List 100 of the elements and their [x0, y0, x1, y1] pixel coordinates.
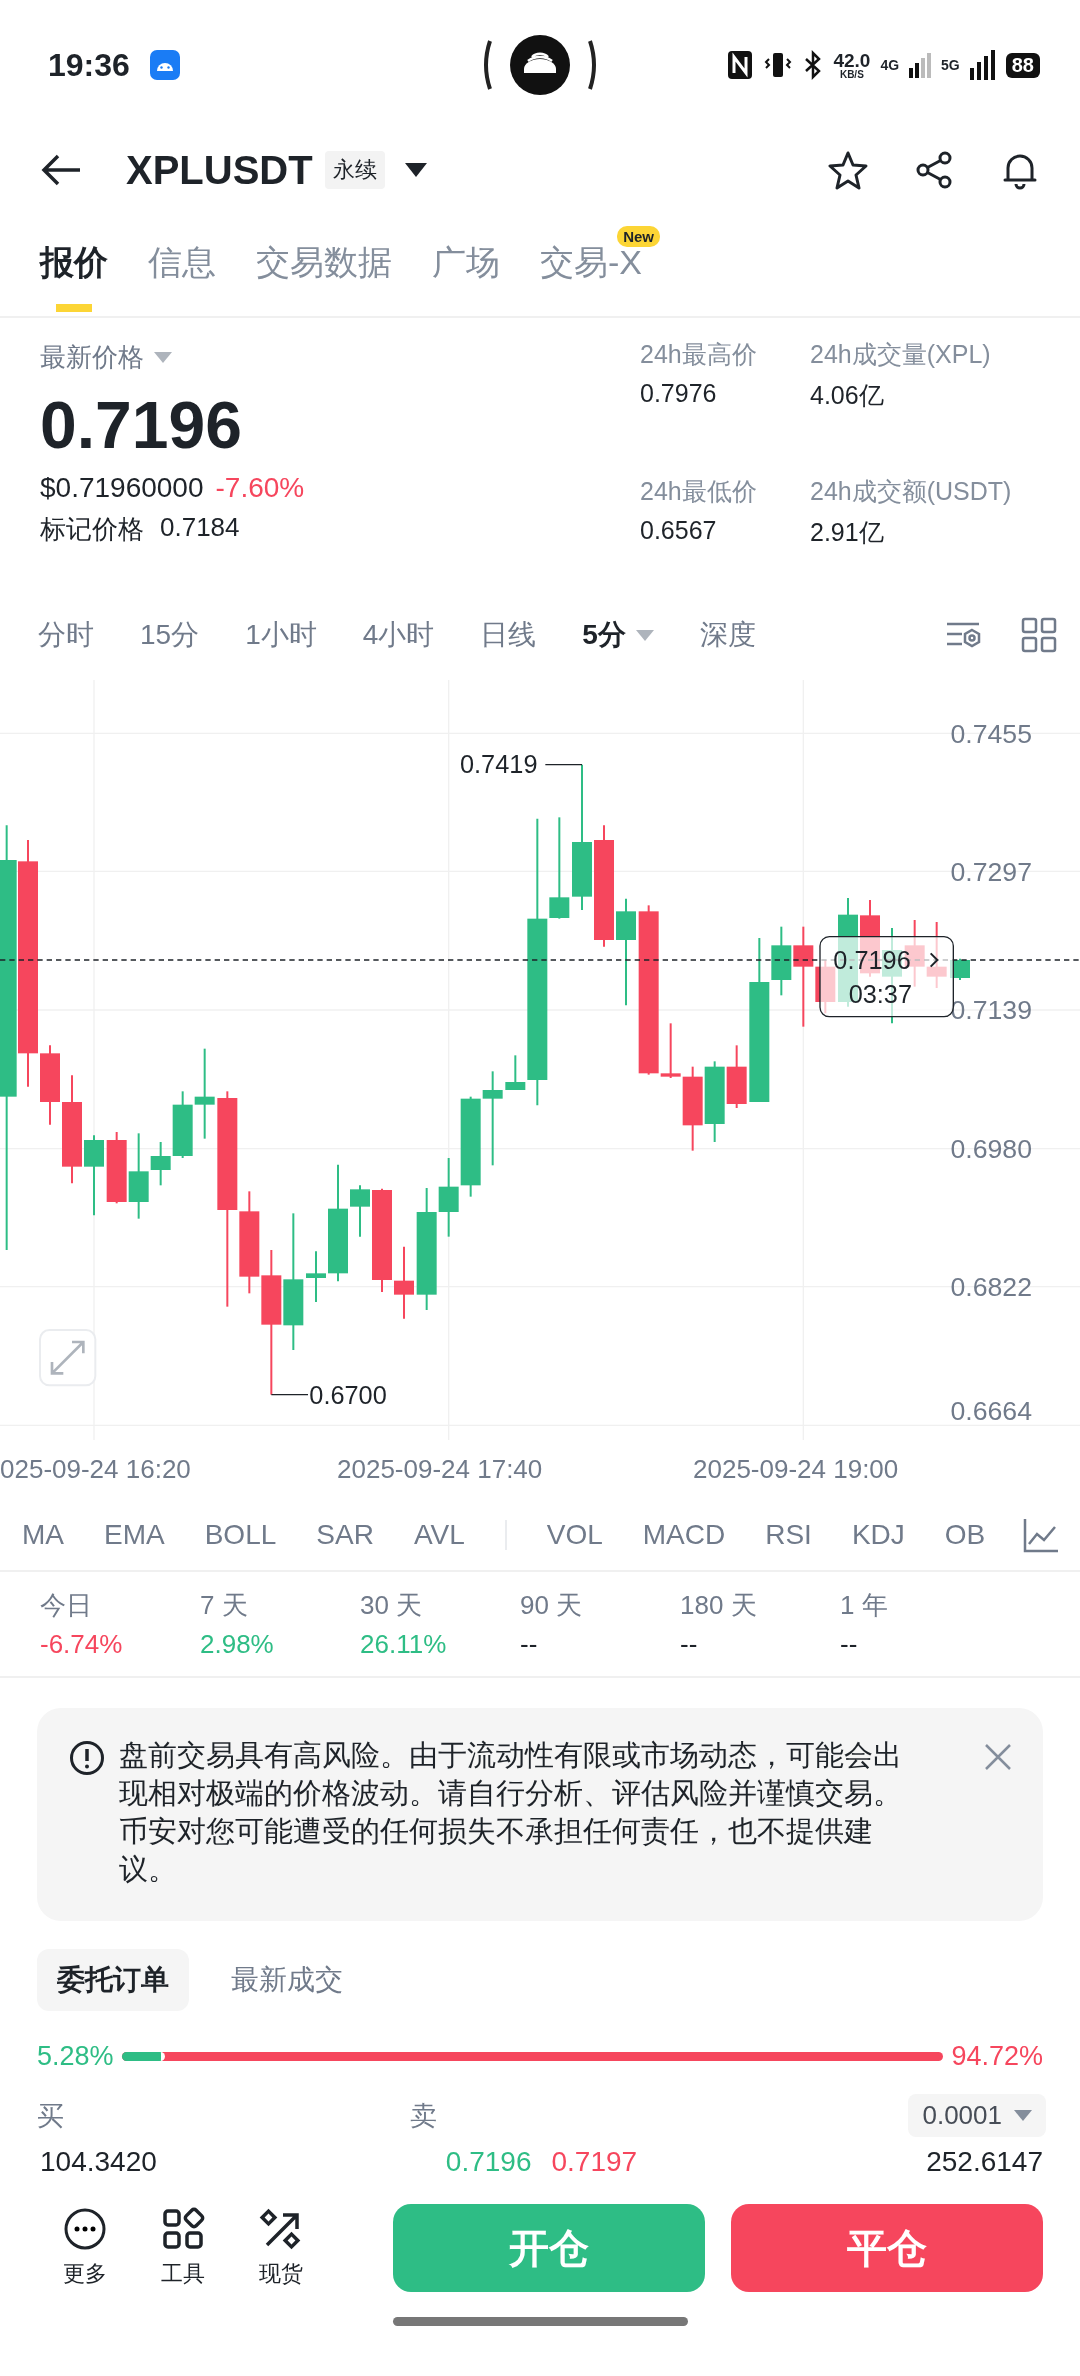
android-icon: [149, 50, 180, 80]
period-label: 1 年: [840, 1589, 889, 1622]
price-axis-label: 0.6664: [950, 1396, 1032, 1426]
sell-column-label: 卖: [410, 2099, 437, 2133]
order-tab[interactable]: 最新成交: [211, 1949, 363, 2011]
notice-text: 盘前交易具有高风险。由于流动性有限或市场动态，可能会出现相对极端的价格波动。请自行分析、评估风险并谨慎交易。币安对您可能遭受的任何损失不承担任何责任，也不提供建议。: [119, 1738, 903, 1887]
indicator-tab[interactable]: AVL: [413, 1519, 465, 1551]
share-icon[interactable]: [914, 150, 954, 190]
battery-level: 88: [1005, 52, 1040, 78]
nav-tab[interactable]: 信息: [148, 240, 216, 312]
period-label: 180 天: [680, 1589, 758, 1622]
period-change: -6.74%: [40, 1629, 124, 1660]
clock-time: 19:36: [48, 46, 130, 84]
period-label: 30 天: [360, 1589, 424, 1622]
vibrate-icon: [763, 50, 794, 80]
star-icon[interactable]: [828, 150, 868, 190]
period-change: 2.98%: [200, 1629, 275, 1660]
buy-ratio: 5.28%: [37, 2041, 114, 2072]
stat-value: 4.06亿: [810, 380, 885, 411]
period-change: --: [840, 1629, 859, 1660]
close-position-button[interactable]: 平仓: [731, 2204, 1043, 2292]
indicator-tab[interactable]: EMA: [104, 1519, 165, 1551]
stat-value: 0.7976: [640, 379, 718, 408]
price-axis-label: 0.6822: [950, 1272, 1032, 1302]
period-change: --: [680, 1629, 699, 1660]
grid-icon: [161, 2207, 205, 2251]
interval-tab[interactable]: 5分: [582, 616, 654, 654]
line-chart-icon[interactable]: [1022, 1516, 1060, 1554]
signal-icon: [969, 50, 996, 80]
bid-quantity: 104.3420: [40, 2145, 157, 2179]
period-change: --: [520, 1629, 539, 1660]
price-change: -7.60%: [215, 471, 305, 504]
contract-tag: 永续: [324, 151, 385, 189]
layout-icon[interactable]: [1020, 616, 1058, 654]
symbol-title: XPLUSDT: [126, 147, 313, 193]
last-price: 0.7196: [40, 389, 243, 462]
period-label: 今日: [40, 1589, 93, 1622]
caret-icon[interactable]: [404, 163, 427, 177]
nfc-icon: [727, 50, 754, 80]
low-price-label: 0.6700: [309, 1381, 387, 1409]
interval-tab[interactable]: 分时: [38, 616, 94, 654]
precision-dropdown[interactable]: 0.0001: [908, 2094, 1046, 2137]
indicator-tab[interactable]: MA: [22, 1519, 64, 1551]
nav-tab[interactable]: 报价: [40, 240, 108, 312]
candle: [350, 1184, 370, 1238]
interval-tab[interactable]: 日线: [480, 616, 537, 654]
toolbar-item[interactable]: 更多: [60, 2207, 110, 2289]
usd-price: $0.71960000: [40, 471, 204, 504]
speed-unit: KB/S: [839, 69, 864, 80]
network-type: 5G: [941, 57, 960, 73]
ask-quantity: 252.6147: [926, 2145, 1043, 2179]
interval-tab[interactable]: 15分: [140, 616, 200, 654]
toolbar-item[interactable]: 工具: [158, 2207, 208, 2289]
bid-price: 0.7196: [445, 2145, 532, 2179]
period-change: 26.11%: [360, 1629, 448, 1660]
dropdown-icon: [1014, 2110, 1032, 2121]
time-axis-label: 2025-09-24 19:00: [693, 1454, 899, 1485]
buy-column-label: 买: [37, 2099, 64, 2133]
new-badge: New: [617, 226, 660, 247]
period-label: 7 天: [200, 1589, 249, 1622]
indicator-tab[interactable]: RSI: [765, 1519, 812, 1551]
stat-label: 24h最低价: [640, 476, 758, 507]
indicator-tab[interactable]: SAR: [316, 1519, 374, 1551]
more-icon: [63, 2207, 107, 2251]
price-axis-label: 0.7455: [950, 718, 1032, 749]
interval-tab[interactable]: 1小时: [245, 616, 317, 654]
price-axis-label: 0.7297: [950, 856, 1032, 887]
nav-tab[interactable]: 交易数据: [256, 240, 392, 312]
stat-value: 2.91亿: [810, 517, 885, 548]
toolbar-item[interactable]: 现货: [256, 2207, 306, 2289]
warning-icon: [69, 1740, 105, 1776]
price-axis-label: 0.6980: [950, 1134, 1032, 1164]
stat-label: 24h成交量(XPL): [810, 339, 992, 370]
indicator-tab[interactable]: BOLL: [204, 1519, 277, 1551]
indicator-tab[interactable]: VOL: [546, 1519, 603, 1551]
time-axis-label: 2025-09-24 17:40: [337, 1454, 543, 1485]
indicator-tab[interactable]: KDJ: [851, 1519, 905, 1551]
interval-tab[interactable]: 深度: [699, 616, 756, 654]
swap-icon: [259, 2207, 303, 2251]
mark-price-label: 标记价格: [40, 512, 144, 546]
nav-tab[interactable]: 广场: [432, 240, 500, 312]
signal-icon: [909, 52, 932, 78]
stat-label: 24h最高价: [640, 339, 758, 370]
period-label: 90 天: [520, 1589, 584, 1622]
close-icon[interactable]: [983, 1742, 1013, 1772]
network-speed: 42.0: [833, 50, 871, 70]
candle: [726, 1044, 747, 1109]
high-price-label: 0.7419: [460, 750, 538, 779]
interval-tab[interactable]: 4小时: [362, 616, 435, 654]
indicator-tab[interactable]: MACD: [642, 1519, 726, 1551]
back-icon[interactable]: [40, 153, 82, 187]
ask-price: 0.7197: [551, 2145, 638, 2179]
order-tab[interactable]: 委托订单: [37, 1949, 189, 2011]
time-axis-label: 025-09-24 16:20: [0, 1454, 191, 1485]
candle: [306, 1250, 326, 1303]
mark-price: 0.7184: [160, 511, 240, 544]
stat-label: 24h成交额(USDT): [810, 476, 1013, 507]
open-position-button[interactable]: 开仓: [393, 2204, 705, 2292]
stat-value: 0.6567: [640, 516, 718, 545]
indicator-tab[interactable]: OB: [944, 1519, 986, 1551]
